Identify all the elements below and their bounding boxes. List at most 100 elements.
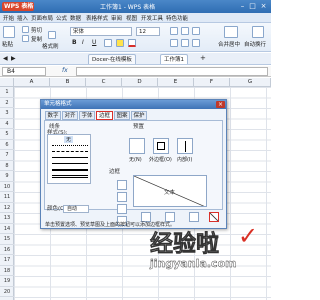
border-middle-button[interactable] (117, 192, 127, 202)
nav-back-icon[interactable]: ◀ (3, 55, 8, 62)
nav-forward-icon[interactable]: ▶ (11, 55, 16, 62)
preset-inside-button[interactable] (177, 138, 193, 154)
underline-icon[interactable]: U (92, 39, 96, 46)
line-style-thin[interactable] (52, 157, 88, 158)
formula-input[interactable] (76, 67, 268, 76)
border-right-button[interactable] (189, 212, 199, 222)
name-box[interactable]: B4 (2, 67, 46, 76)
menu-page-layout[interactable]: 页面布局 (31, 14, 53, 22)
menu-developer[interactable]: 开发工具 (141, 14, 163, 22)
select-all-corner[interactable] (0, 78, 14, 87)
align-right-icon[interactable] (192, 39, 200, 47)
border-bottom-button[interactable] (117, 204, 127, 214)
menu-home[interactable]: 开始 (3, 14, 14, 22)
tab-workbook1[interactable]: 工作簿1 (160, 54, 188, 64)
row-header-18[interactable]: 18 (0, 266, 14, 276)
merge-center-icon[interactable] (224, 26, 238, 38)
row-header-19[interactable]: 19 (0, 276, 14, 287)
paste-icon[interactable] (3, 26, 15, 38)
menu-review[interactable]: 审阅 (111, 14, 122, 22)
tab-pattern[interactable]: 图案 (114, 111, 130, 120)
column-header-e[interactable]: E (158, 78, 194, 87)
line-style-thick[interactable] (52, 169, 88, 171)
row-header-9[interactable]: 9 (0, 171, 14, 182)
line-style-medium[interactable] (52, 163, 88, 164)
line-style-dotted[interactable] (52, 145, 88, 146)
row-header-11[interactable]: 11 (0, 192, 14, 203)
line-style-list[interactable]: 无 (47, 134, 91, 184)
align-left-icon[interactable] (170, 39, 178, 47)
function-icon[interactable]: fx (62, 67, 68, 74)
tab-border[interactable]: 边框 (96, 111, 113, 120)
tab-docer-templates[interactable]: Docer-在线模板 (88, 54, 136, 64)
copy-label[interactable]: 复制 (31, 35, 42, 43)
column-header-f[interactable]: F (194, 78, 230, 87)
row-header-8[interactable]: 8 (0, 161, 14, 171)
align-middle-icon[interactable] (181, 27, 189, 35)
align-top-icon[interactable] (170, 27, 178, 35)
row-header-3[interactable]: 3 (0, 108, 14, 119)
column-header-g[interactable]: G (230, 78, 271, 87)
wrap-text-label[interactable]: 自动换行 (244, 40, 266, 48)
row-header-4[interactable]: 4 (0, 119, 14, 129)
row-header-6[interactable]: 6 (0, 140, 14, 150)
row-header-5[interactable]: 5 (0, 129, 14, 140)
app-logo[interactable]: WPS 表格 (2, 2, 34, 11)
row-header-12[interactable]: 12 (0, 203, 14, 213)
column-header-c[interactable]: C (86, 78, 122, 87)
row-header-1[interactable]: 1 (0, 87, 14, 98)
close-icon[interactable]: × (216, 101, 225, 108)
align-bottom-icon[interactable] (192, 27, 200, 35)
new-tab-icon[interactable]: + (200, 54, 206, 62)
tab-number[interactable]: 数字 (45, 111, 61, 120)
italic-icon[interactable]: I (82, 39, 84, 46)
menu-insert[interactable]: 插入 (17, 14, 28, 22)
tab-font[interactable]: 字体 (79, 111, 95, 120)
maximize-icon[interactable]: □ (248, 2, 257, 11)
font-color-icon[interactable] (128, 39, 136, 47)
copy-icon[interactable] (22, 35, 29, 42)
preset-outline-button[interactable] (153, 138, 169, 154)
wrap-text-icon[interactable] (252, 26, 264, 38)
bold-icon[interactable]: B (72, 39, 77, 46)
cut-icon[interactable] (22, 26, 29, 33)
menu-data[interactable]: 数据 (70, 14, 81, 22)
row-header-20[interactable]: 20 (0, 287, 14, 297)
minimize-icon[interactable]: – (238, 2, 247, 11)
row-header-16[interactable]: 16 (0, 245, 14, 255)
tab-protection[interactable]: 保护 (131, 111, 147, 120)
tab-alignment[interactable]: 对齐 (62, 111, 78, 120)
row-header-10[interactable]: 10 (0, 182, 14, 192)
menu-features[interactable]: 特色功能 (166, 14, 188, 22)
paste-label[interactable]: 粘贴 (2, 40, 13, 48)
row-header-15[interactable]: 15 (0, 234, 14, 245)
line-style-dashed[interactable] (52, 151, 88, 152)
menu-view[interactable]: 视图 (126, 14, 137, 22)
font-size-select[interactable]: 12 (136, 27, 160, 36)
line-color-select[interactable]: 自动 (63, 205, 89, 213)
line-style-double[interactable] (52, 175, 88, 178)
border-preview[interactable]: 文本 (133, 175, 207, 207)
row-header-7[interactable]: 7 (0, 150, 14, 161)
merge-center-label[interactable]: 合并居中 (218, 40, 240, 48)
cut-label[interactable]: 剪切 (31, 26, 42, 34)
font-family-select[interactable]: 宋体 (70, 27, 132, 36)
format-painter-icon[interactable] (48, 31, 56, 39)
menu-formulas[interactable]: 公式 (56, 14, 67, 22)
border-diagonal-down-button[interactable] (209, 212, 219, 222)
window-close-icon[interactable]: × (259, 2, 268, 11)
column-header-b[interactable]: B (50, 78, 86, 87)
column-header-a[interactable]: A (14, 78, 50, 87)
align-center-icon[interactable] (181, 39, 189, 47)
border-top-button[interactable] (117, 180, 127, 190)
preset-none-button[interactable] (129, 138, 145, 154)
border-icon[interactable] (104, 39, 112, 47)
row-header-13[interactable]: 13 (0, 213, 14, 224)
column-header-d[interactable]: D (122, 78, 158, 87)
row-header-2[interactable]: 2 (0, 98, 14, 108)
row-header-14[interactable]: 14 (0, 224, 14, 234)
menu-table-style[interactable]: 表格样式 (86, 14, 108, 22)
line-style-none[interactable]: 无 (64, 136, 74, 143)
fill-color-icon[interactable] (116, 39, 124, 47)
row-header-17[interactable]: 17 (0, 255, 14, 266)
